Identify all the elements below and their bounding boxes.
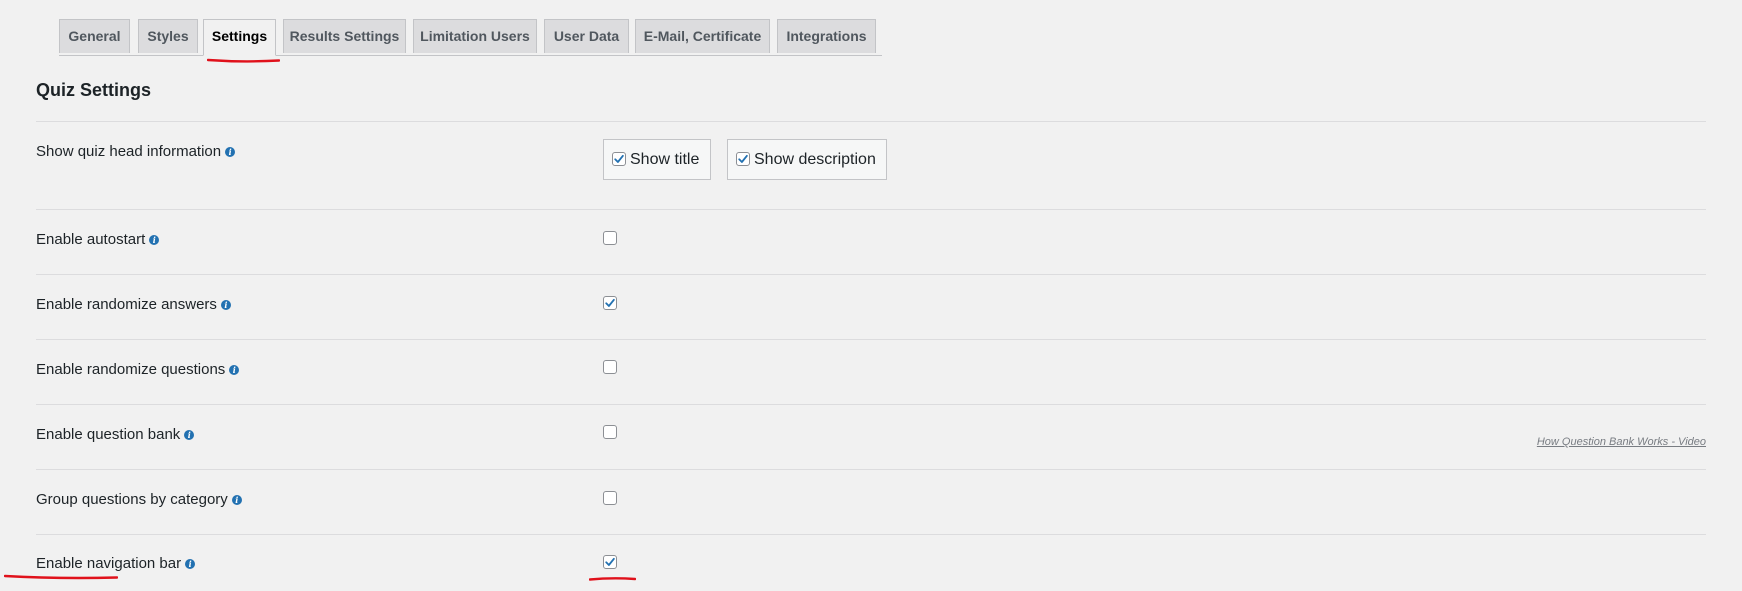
tab-user-data[interactable]: User Data [544,19,629,53]
setting-row-question-bank: Enable question bank i How Question Bank… [36,404,1706,469]
checkmark-icon [605,298,615,307]
setting-label: Group questions by category i [36,491,242,508]
checkmark-icon [738,154,748,163]
setting-label: Enable navigation bar i [36,555,196,572]
setting-label: Enable autostart i [36,231,160,248]
show-title-option[interactable]: Show title [603,139,711,180]
show-description-label: Show description [754,150,876,168]
question-bank-video-link[interactable]: How Question Bank Works - Video [1537,436,1706,448]
randomize-questions-checkbox[interactable] [603,360,617,374]
info-icon[interactable]: i [229,364,240,375]
setting-label-text: Enable randomize questions [36,361,226,378]
setting-label: Enable randomize questions i [36,361,240,378]
navigation-bar-checkbox[interactable] [603,555,617,569]
autostart-checkbox[interactable] [603,231,617,245]
setting-label: Show quiz head information i [36,143,236,160]
setting-row-navigation-bar: Enable navigation bar i [36,534,1706,590]
section-title: Quiz Settings [36,80,152,100]
tab-settings[interactable]: Settings [203,19,276,56]
setting-row-autostart: Enable autostart i [36,209,1706,274]
setting-label: Enable randomize answers i [36,296,231,313]
setting-label-text: Enable autostart [36,231,146,248]
setting-label-text: Enable question bank [36,426,181,443]
randomize-answers-checkbox[interactable] [603,296,617,310]
question-bank-checkbox[interactable] [603,425,617,439]
checkmark-icon [614,154,624,163]
setting-label-text: Show quiz head information [36,143,222,160]
tab-results-settings[interactable]: Results Settings [283,19,406,53]
show-description-option[interactable]: Show description [727,139,887,180]
show-title-label: Show title [630,150,700,168]
settings-tab-annotation-underline [207,58,280,63]
info-icon[interactable]: i [185,558,196,569]
checkmark-icon [605,557,615,566]
group-by-category-checkbox[interactable] [603,491,617,505]
setting-label-text: Enable navigation bar [36,555,182,572]
setting-label-text: Group questions by category [36,491,228,508]
quiz-settings-table: Show quiz head information i Show title … [36,121,1706,590]
tab-styles[interactable]: Styles [138,19,198,53]
info-icon[interactable]: i [149,234,160,245]
tab-general[interactable]: General [59,19,130,53]
tab-email-certificate[interactable]: E-Mail, Certificate [635,19,770,53]
setting-label-text: Enable randomize answers [36,296,217,313]
setting-row-group-by-category: Group questions by category i [36,469,1706,534]
setting-row-randomize-questions: Enable randomize questions i [36,339,1706,404]
settings-tab-bar: General Styles Settings Results Settings… [59,19,882,56]
show-description-checkbox[interactable] [736,151,750,166]
setting-row-randomize-answers: Enable randomize answers i [36,274,1706,339]
show-title-checkbox[interactable] [612,151,626,166]
info-icon[interactable]: i [225,146,236,157]
info-icon[interactable]: i [184,429,195,440]
setting-label: Enable question bank i [36,426,195,443]
setting-row-head-information: Show quiz head information i Show title … [36,121,1706,209]
tab-integrations[interactable]: Integrations [777,19,876,53]
tab-limitation-users[interactable]: Limitation Users [413,19,537,53]
info-icon[interactable]: i [231,494,242,505]
info-icon[interactable]: i [220,299,231,310]
